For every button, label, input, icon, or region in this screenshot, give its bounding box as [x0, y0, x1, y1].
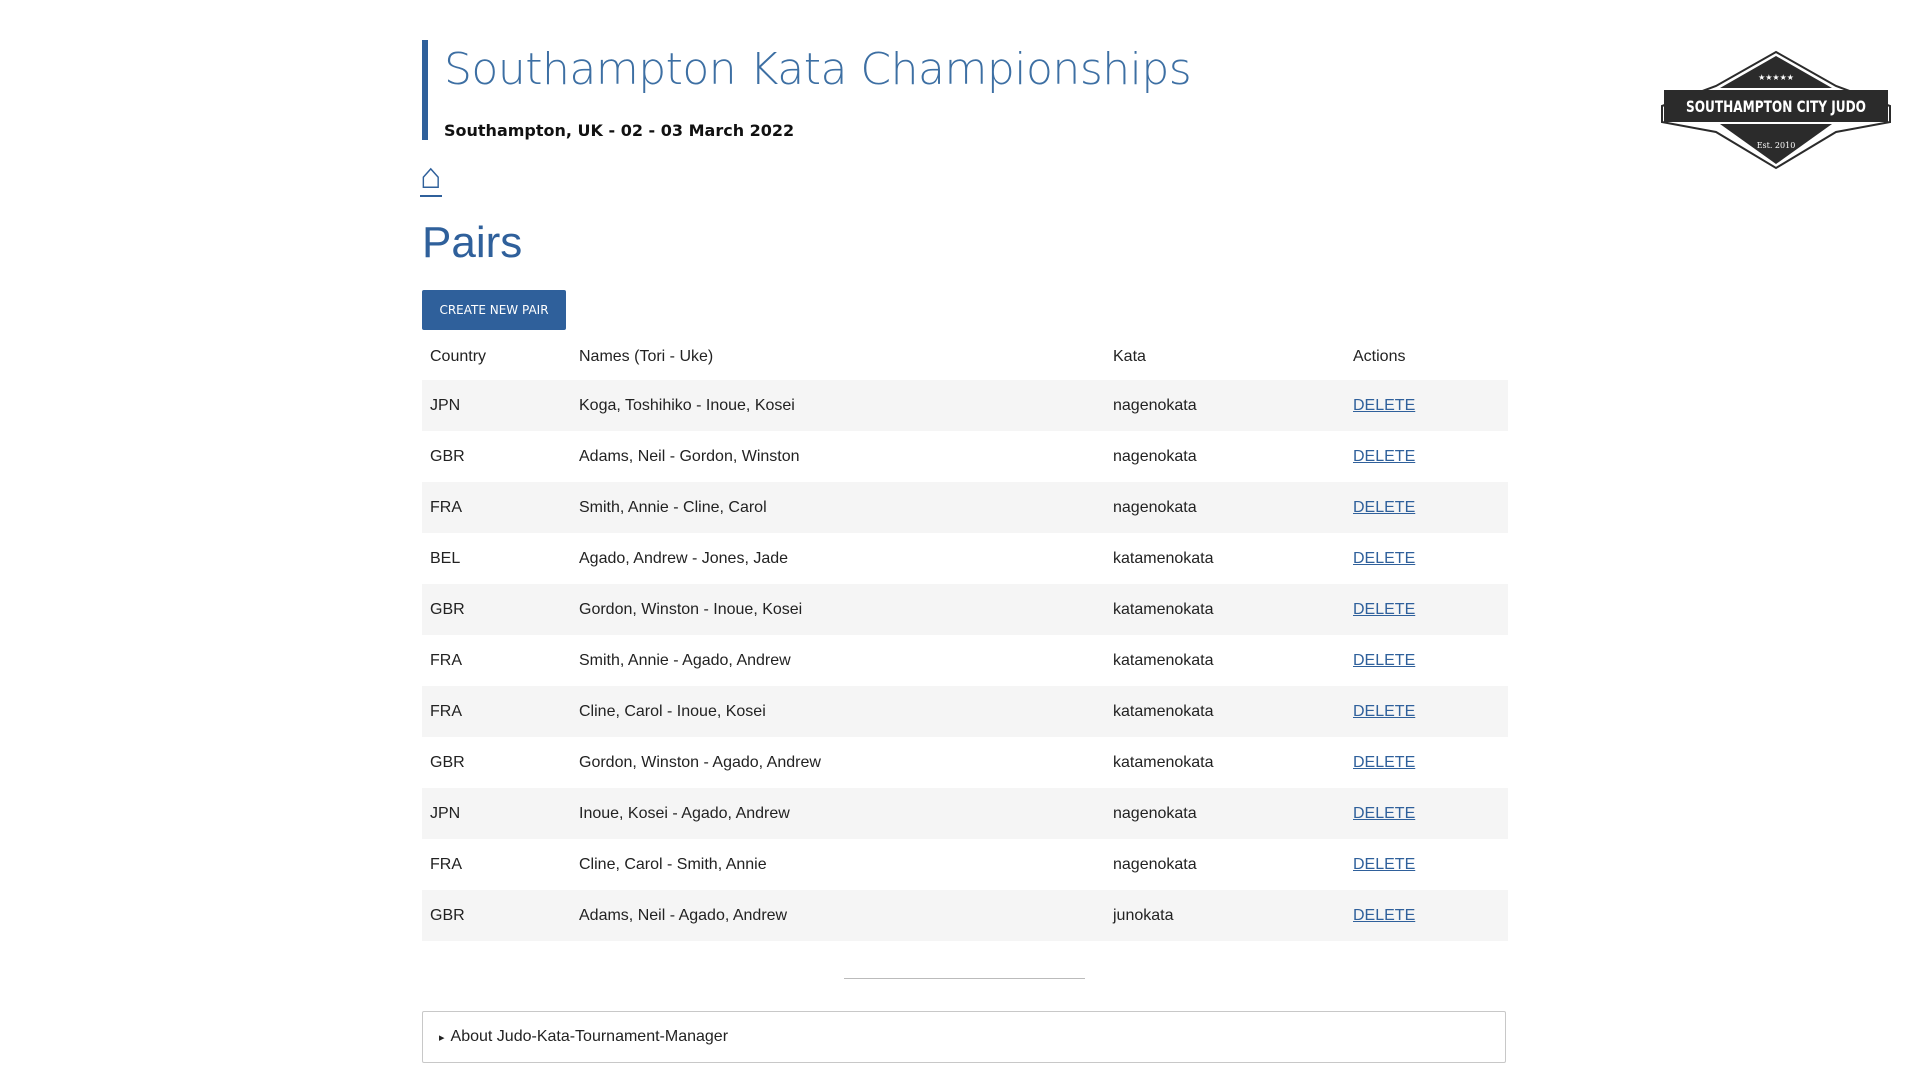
header-kata: Kata — [1113, 348, 1146, 365]
table-row: FRA Cline, Carol - Inoue, Kosei katamenoka… — [422, 686, 1508, 737]
cell-names: Cline, Carol - Inoue, Kosei — [571, 686, 1105, 737]
club-logo: ★★★★★ SOUTHAMPTON CITY JUDO Est. 2010 — [1661, 50, 1891, 170]
cell-actions: DELETE — [1345, 737, 1508, 788]
cell-actions: DELETE — [1345, 380, 1508, 431]
delete-link[interactable]: DELETE — [1353, 448, 1415, 465]
cell-kata: nagenokata — [1105, 788, 1345, 839]
cell-actions: DELETE — [1345, 482, 1508, 533]
cell-actions: DELETE — [1345, 635, 1508, 686]
pairs-table-body: JPN Koga, Toshihiko - Inoue, Kosei nagenok… — [422, 380, 1508, 941]
cell-names: Smith, Annie - Cline, Carol — [571, 482, 1105, 533]
divider — [844, 978, 1085, 979]
logo-name: SOUTHAMPTON CITY JUDO — [1686, 97, 1866, 116]
cell-actions: DELETE — [1345, 533, 1508, 584]
delete-link[interactable]: DELETE — [1353, 703, 1415, 720]
table-row: GBR Gordon, Winston - Agado, Andrew katame… — [422, 737, 1508, 788]
delete-link[interactable]: DELETE — [1353, 499, 1415, 516]
cell-actions: DELETE — [1345, 431, 1508, 482]
cell-country: GBR — [430, 447, 465, 465]
page-header: Southampton Kata Championships Southampt… — [422, 40, 1192, 140]
cell-country: GBR — [430, 753, 465, 771]
cell-names: Smith, Annie - Agado, Andrew — [579, 651, 791, 669]
home-link[interactable]: ⌂ — [420, 158, 442, 197]
cell-kata: katamenokata — [1105, 584, 1345, 635]
cell-names: Adams, Neil - Agado, Andrew — [571, 890, 1105, 941]
cell-kata: junokata — [1105, 890, 1345, 941]
cell-kata: katamenokata — [1105, 686, 1345, 737]
cell-names: Koga, Toshihiko - Inoue, Kosei — [571, 380, 1105, 431]
delete-link[interactable]: DELETE — [1353, 754, 1415, 771]
delete-link[interactable]: DELETE — [1353, 856, 1415, 873]
event-subtitle: Southampton, UK - 02 - 03 March 2022 — [444, 121, 795, 140]
home-icon[interactable]: ⌂ — [420, 158, 442, 197]
delete-link[interactable]: DELETE — [1353, 805, 1415, 822]
header-names: Names (Tori - Uke) — [579, 348, 714, 365]
table-row: FRA Smith, Annie - Cline, Carol nagenokata… — [422, 482, 1508, 533]
cell-names: Agado, Andrew - Jones, Jade — [579, 549, 789, 567]
cell-kata: katamenokata — [1113, 651, 1214, 669]
logo-established: Est. 2010 — [1757, 141, 1796, 150]
create-new-pair-button[interactable]: CREATE NEW PAIR — [422, 290, 566, 330]
cell-actions: DELETE — [1345, 686, 1508, 737]
cell-country: GBR — [422, 890, 571, 941]
delete-link[interactable]: DELETE — [1353, 397, 1415, 414]
cell-country: FRA — [422, 482, 571, 533]
table-row: BEL Agado, Andrew - Jones, Jade katamenoka… — [422, 533, 1508, 584]
cell-actions: DELETE — [1345, 839, 1508, 890]
about-disclosure[interactable]: ▸ About Judo-Kata-Tournament-Manager — [422, 1011, 1506, 1063]
pairs-table: Country Names (Tori - Uke) Kata Actions … — [422, 334, 1508, 941]
header-country: Country — [430, 348, 487, 365]
table-row: GBR Adams, Neil - Agado, Andrew junokata DE… — [422, 890, 1508, 941]
delete-link[interactable]: DELETE — [1353, 652, 1415, 669]
logo-top-fill — [1720, 56, 1832, 88]
cell-names: Cline, Carol - Smith, Annie — [579, 855, 767, 873]
cell-actions: DELETE — [1345, 890, 1508, 941]
cell-kata: nagenokata — [1105, 380, 1345, 431]
delete-link[interactable]: DELETE — [1353, 550, 1415, 567]
cell-country: FRA — [422, 686, 571, 737]
table-header-row: Country Names (Tori - Uke) Kata Actions — [422, 334, 1508, 380]
cell-actions: DELETE — [1345, 584, 1508, 635]
cell-names: Inoue, Kosei - Agado, Andrew — [571, 788, 1105, 839]
cell-country: BEL — [430, 549, 461, 567]
about-label: About Judo-Kata-Tournament-Manager — [450, 1028, 729, 1045]
cell-kata: katamenokata — [1113, 753, 1214, 771]
header-actions: Actions — [1353, 348, 1406, 365]
cell-kata: nagenokata — [1113, 855, 1197, 873]
page-title: Pairs — [422, 218, 523, 267]
cell-actions: DELETE — [1345, 788, 1508, 839]
table-row: FRA Cline, Carol - Smith, Annie nagenokata… — [422, 839, 1508, 890]
disclosure-arrow-icon: ▸ — [439, 1031, 445, 1044]
table-row: JPN Koga, Toshihiko - Inoue, Kosei nagenok… — [422, 380, 1508, 431]
cell-names: Adams, Neil - Gordon, Winston — [579, 447, 800, 465]
cell-kata: nagenokata — [1105, 482, 1345, 533]
logo-stars: ★★★★★ — [1758, 73, 1794, 82]
table-row: GBR Adams, Neil - Gordon, Winston nagenoka… — [422, 431, 1508, 482]
cell-kata: nagenokata — [1113, 447, 1197, 465]
cell-country: FRA — [430, 855, 462, 873]
cell-country: JPN — [422, 380, 571, 431]
cell-country: GBR — [422, 584, 571, 635]
cell-names: Gordon, Winston - Agado, Andrew — [579, 753, 821, 771]
cell-country: FRA — [430, 651, 462, 669]
cell-country: JPN — [422, 788, 571, 839]
cell-kata: katamenokata — [1113, 549, 1214, 567]
table-row: FRA Smith, Annie - Agado, Andrew katamenok… — [422, 635, 1508, 686]
delete-link[interactable]: DELETE — [1353, 601, 1415, 618]
delete-link[interactable]: DELETE — [1353, 907, 1415, 924]
table-row: GBR Gordon, Winston - Inoue, Kosei katamen… — [422, 584, 1508, 635]
table-row: JPN Inoue, Kosei - Agado, Andrew nagenokat… — [422, 788, 1508, 839]
event-title: Southampton Kata Championships — [444, 44, 1192, 95]
cell-names: Gordon, Winston - Inoue, Kosei — [571, 584, 1105, 635]
